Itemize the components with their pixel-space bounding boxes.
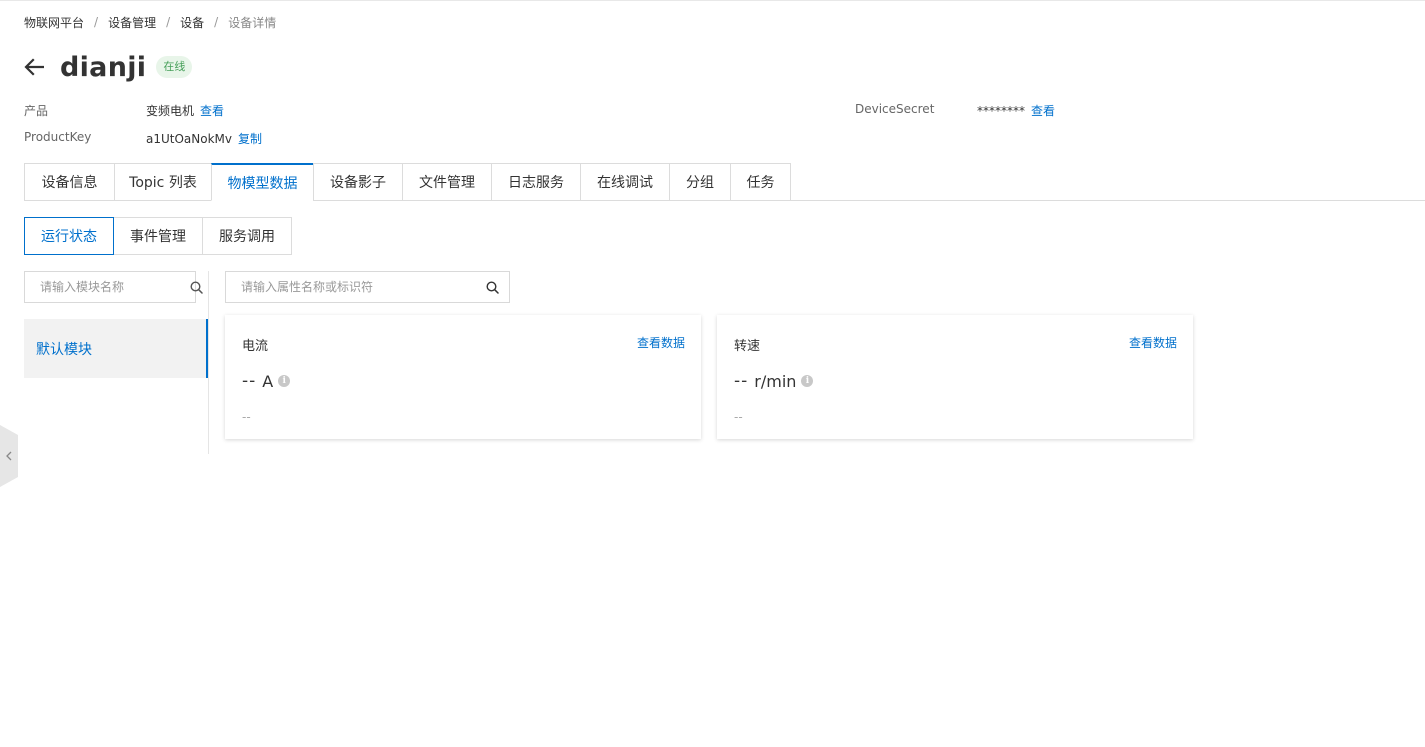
tab-groups[interactable]: 分组 — [669, 163, 730, 201]
view-devicesecret-link[interactable]: 查看 — [1031, 104, 1055, 118]
status-badge: 在线 — [156, 56, 193, 78]
product-label: 产品 — [24, 104, 49, 118]
property-search-box — [225, 271, 510, 303]
breadcrumb-separator: / — [214, 15, 219, 29]
tab-log-service[interactable]: 日志服务 — [491, 163, 580, 201]
subtab-service-call[interactable]: 服务调用 — [203, 217, 292, 255]
info-icon[interactable]: i — [278, 375, 291, 387]
property-update-time: -- — [734, 410, 743, 424]
module-search-input[interactable] — [40, 280, 190, 294]
module-divider — [208, 271, 209, 454]
sidebar-expand-handle[interactable] — [0, 425, 18, 487]
module-item-default[interactable]: 默认模块 — [24, 319, 208, 378]
breadcrumb: 物联网平台 / 设备管理 / 设备 / 设备详情 — [24, 13, 276, 31]
tab-device-shadow[interactable]: 设备影子 — [313, 163, 402, 201]
module-list: 默认模块 — [24, 319, 208, 378]
property-name: 电流 — [242, 339, 269, 354]
sub-tabs: 运行状态 事件管理 服务调用 — [24, 217, 292, 255]
property-search-input[interactable] — [241, 280, 485, 294]
product-value: 变频电机 — [146, 104, 195, 118]
breadcrumb-item-device-management[interactable]: 设备管理 — [108, 14, 156, 31]
breadcrumb-separator: / — [94, 15, 99, 29]
property-name: 转速 — [734, 339, 761, 354]
property-value: -- — [734, 371, 749, 391]
breadcrumb-item-iot-platform[interactable]: 物联网平台 — [24, 14, 84, 31]
copy-productkey-link[interactable]: 复制 — [238, 132, 262, 146]
property-unit: A — [262, 371, 274, 391]
breadcrumb-item-device[interactable]: 设备 — [180, 14, 204, 31]
productkey-label: ProductKey — [24, 130, 92, 144]
productkey-value: a1UtOaNokMv — [146, 132, 232, 146]
subtab-event-management[interactable]: 事件管理 — [114, 217, 203, 255]
view-product-link[interactable]: 查看 — [200, 104, 224, 118]
page-header: dianji 在线 — [24, 50, 193, 84]
product-value-row: 变频电机 查看 — [146, 102, 224, 119]
top-divider — [0, 0, 1425, 1]
property-update-time: -- — [242, 410, 251, 424]
module-search-box — [24, 271, 203, 303]
page-title: dianji — [60, 51, 147, 83]
tab-online-debug[interactable]: 在线调试 — [580, 163, 669, 201]
view-data-link[interactable]: 查看数据 — [1129, 334, 1177, 351]
info-icon[interactable]: i — [801, 375, 814, 387]
devicesecret-value: ******** — [977, 104, 1025, 118]
property-card-current: 电流 查看数据 -- A i -- — [225, 315, 701, 439]
breadcrumb-item-device-detail: 设备详情 — [228, 15, 277, 30]
tab-device-info[interactable]: 设备信息 — [24, 163, 114, 201]
tab-tasks[interactable]: 任务 — [730, 163, 791, 201]
devicesecret-value-row: ******** 查看 — [977, 102, 1055, 119]
productkey-value-row: a1UtOaNokMv 复制 — [146, 130, 262, 147]
property-unit: r/min — [754, 371, 797, 391]
property-value: -- — [242, 371, 257, 391]
tab-file-management[interactable]: 文件管理 — [402, 163, 491, 201]
main-tabs: 设备信息 Topic 列表 物模型数据 设备影子 文件管理 日志服务 在线调试 … — [24, 163, 791, 201]
property-value-row: -- A i — [242, 371, 291, 391]
search-icon[interactable] — [190, 280, 203, 294]
back-arrow-icon[interactable] — [24, 56, 46, 78]
breadcrumb-separator: / — [166, 15, 171, 29]
tab-topic-list[interactable]: Topic 列表 — [114, 163, 211, 201]
property-card-speed: 转速 查看数据 -- r/min i -- — [717, 315, 1193, 439]
devicesecret-label: DeviceSecret — [855, 102, 935, 116]
tab-thing-model-data[interactable]: 物模型数据 — [211, 163, 313, 201]
property-value-row: -- r/min i — [734, 371, 814, 391]
subtab-running-status[interactable]: 运行状态 — [24, 217, 114, 255]
search-icon[interactable] — [485, 280, 499, 294]
view-data-link[interactable]: 查看数据 — [637, 334, 685, 351]
